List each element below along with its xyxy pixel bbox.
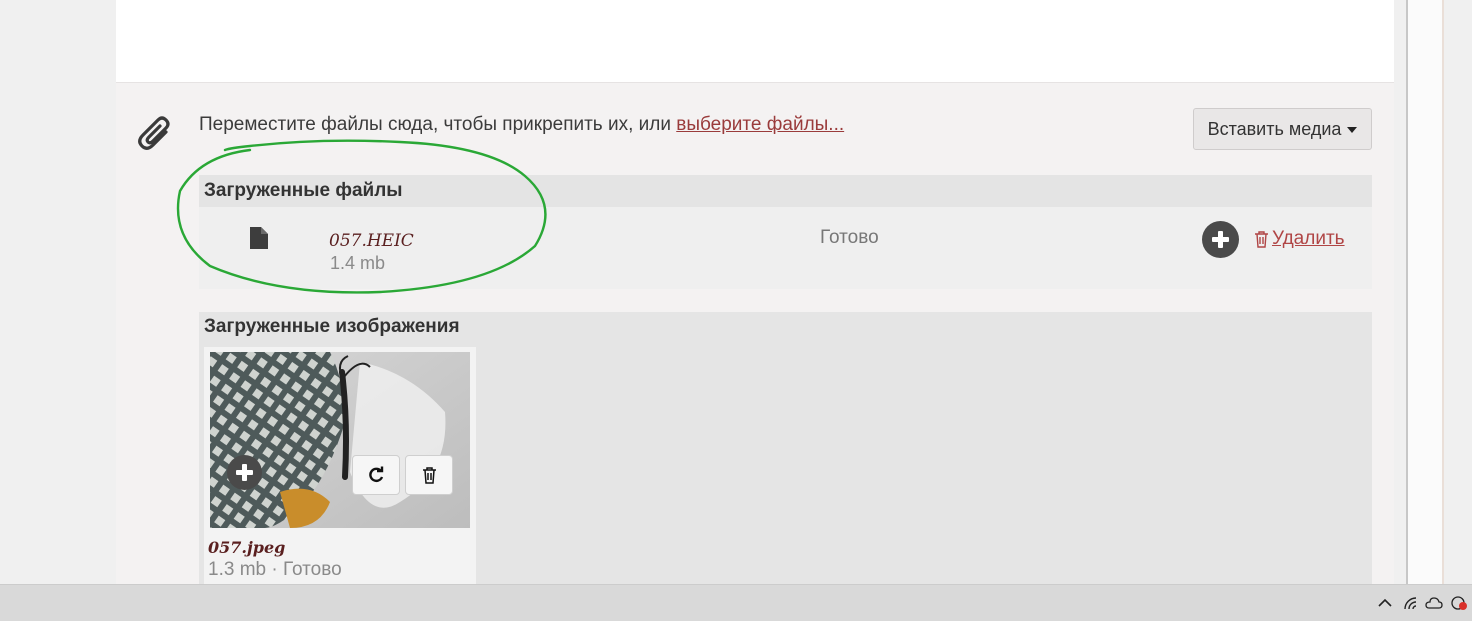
- image-meta: 1.3 mb · Готово: [208, 559, 342, 580]
- dropzone-instructions: Переместите файлы сюда, чтобы прикрепить…: [199, 114, 677, 135]
- caret-down-icon: [1347, 127, 1358, 133]
- taskbar: [0, 584, 1472, 621]
- image-thumbnail[interactable]: [210, 352, 470, 528]
- image-card: 057.jpeg 1.3 mb · Готово: [204, 347, 476, 587]
- delete-label: Удалить: [1272, 228, 1345, 249]
- dropzone-text: Переместите файлы сюда, чтобы прикрепить…: [199, 114, 844, 136]
- file-status: Готово: [820, 227, 879, 248]
- file-row: 057.HEIC 1.4 mb Готово Удалить: [199, 207, 1372, 289]
- insert-file-plus-icon[interactable]: [1202, 221, 1239, 258]
- butterfly-image: [210, 352, 470, 528]
- uploaded-images-panel: Загруженные изображения 057.jpeg 1.3 mb …: [199, 312, 1372, 587]
- trash-icon: [422, 466, 436, 484]
- insert-image-plus-icon[interactable]: [227, 455, 262, 490]
- trash-icon: [1255, 230, 1268, 248]
- scrollbar-track[interactable]: [1408, 0, 1442, 584]
- uploaded-images-header: Загруженные изображения: [204, 316, 460, 337]
- notification-icon[interactable]: [1449, 593, 1469, 613]
- refresh-icon: [369, 466, 384, 483]
- file-name: 057.HEIC: [329, 231, 414, 251]
- delete-image-button[interactable]: [405, 455, 453, 495]
- paperclip-icon: [138, 116, 170, 150]
- cloud-icon[interactable]: [1424, 593, 1444, 613]
- divider: [1442, 0, 1444, 584]
- rotate-image-button[interactable]: [352, 455, 400, 495]
- uploaded-files-header: Загруженные файлы: [199, 175, 1372, 207]
- image-name: 057.jpeg: [208, 538, 286, 557]
- file-icon: [250, 227, 268, 249]
- editor-content-area[interactable]: [116, 0, 1394, 82]
- insert-media-button[interactable]: Вставить медиа: [1193, 108, 1372, 150]
- choose-files-link[interactable]: выберите файлы...: [676, 114, 844, 135]
- divider: [1406, 0, 1408, 584]
- insert-media-label: Вставить медиа: [1207, 118, 1342, 139]
- chevron-up-icon[interactable]: [1377, 593, 1393, 613]
- file-size: 1.4 mb: [330, 253, 386, 273]
- delete-file-link[interactable]: Удалить: [1254, 228, 1345, 250]
- wifi-icon[interactable]: [1402, 593, 1420, 613]
